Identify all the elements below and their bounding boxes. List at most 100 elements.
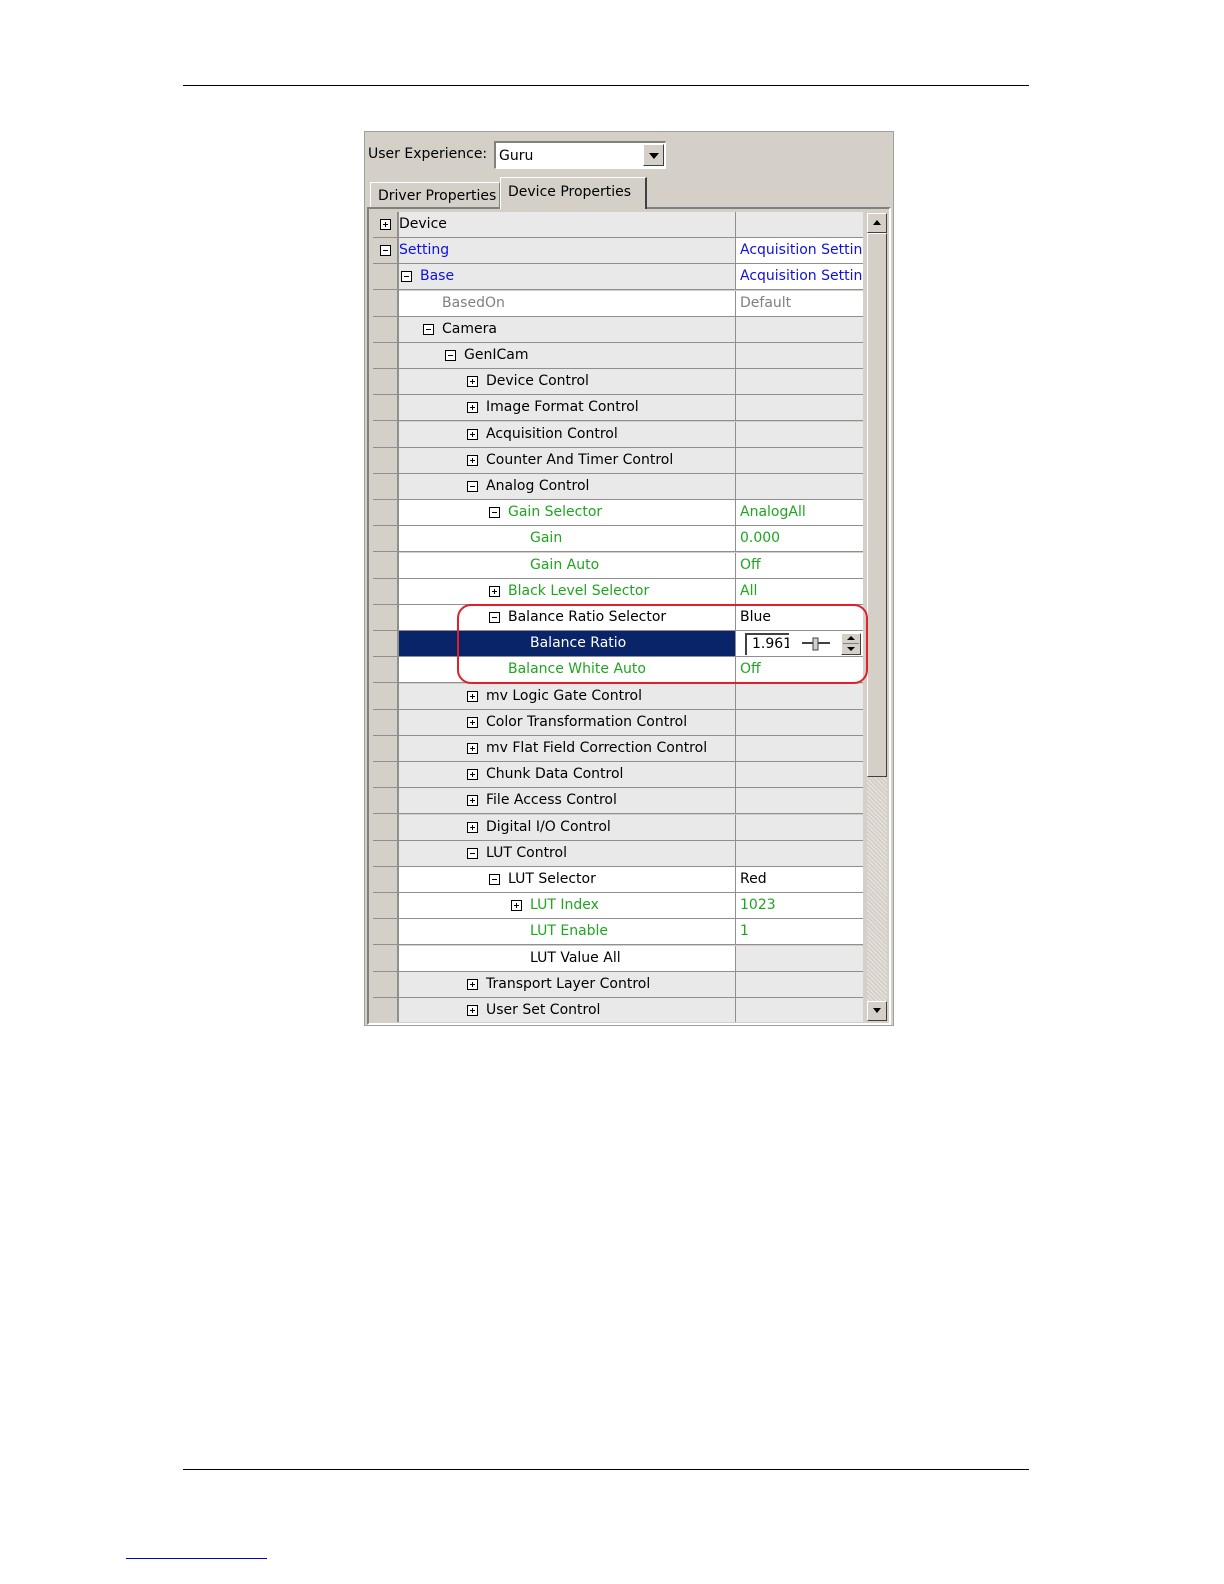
minus-box-icon[interactable]	[489, 874, 500, 885]
tree-row[interactable]: Balance Ratio Selector Blue	[373, 605, 863, 631]
property-name: Color Transformation Control	[486, 714, 688, 730]
property-name: Gain Selector	[508, 504, 603, 520]
property-value[interactable]: Acquisition Setting	[740, 268, 862, 284]
scroll-down-icon[interactable]	[867, 1001, 887, 1021]
tree-row[interactable]: Balance White Auto Off	[373, 657, 863, 683]
tree-row[interactable]: Device Control	[373, 369, 863, 395]
plus-box-icon[interactable]	[467, 979, 478, 990]
scrollbar-thumb[interactable]	[867, 233, 887, 777]
user-experience-label: User Experience:	[368, 146, 488, 162]
property-name: LUT Selector	[508, 871, 596, 887]
plus-box-icon[interactable]	[511, 900, 522, 911]
plus-box-icon[interactable]	[380, 219, 391, 230]
column-divider	[735, 631, 736, 657]
property-value[interactable]: Off	[740, 661, 862, 677]
tree-row[interactable]: BasedOn Default	[373, 291, 863, 317]
plus-box-icon[interactable]	[467, 717, 478, 728]
user-experience-select[interactable]: Guru	[494, 141, 666, 169]
tree-row-selected[interactable]: Balance Ratio 1.961	[373, 631, 863, 657]
plus-box-icon[interactable]	[467, 691, 478, 702]
plus-box-icon[interactable]	[467, 743, 478, 754]
tree-row[interactable]: Black Level Selector All	[373, 579, 863, 605]
tree-row[interactable]: Image Format Control	[373, 395, 863, 421]
tree-row[interactable]: Acquisition Control	[373, 422, 863, 448]
plus-box-icon[interactable]	[489, 586, 500, 597]
row-value-cell	[736, 946, 863, 972]
tree-row[interactable]: Analog Control	[373, 474, 863, 500]
row-value-cell	[736, 395, 863, 421]
slider-icon[interactable]	[801, 637, 831, 651]
plus-box-icon[interactable]	[467, 795, 478, 806]
tree-row[interactable]: mv Logic Gate Control	[373, 684, 863, 710]
tree-row[interactable]: Digital I/O Control	[373, 815, 863, 841]
plus-box-icon[interactable]	[467, 402, 478, 413]
plus-box-icon[interactable]	[467, 376, 478, 387]
plus-box-icon[interactable]	[467, 822, 478, 833]
tree-row[interactable]: Color Transformation Control	[373, 710, 863, 736]
minus-box-icon[interactable]	[489, 507, 500, 518]
tab-device-properties[interactable]: Device Properties	[500, 177, 647, 209]
property-tree: Device Setting Acquisition Setting Base Acqu…	[373, 212, 863, 1022]
plus-box-icon[interactable]	[467, 455, 478, 466]
property-name: Balance Ratio Selector	[508, 609, 667, 625]
tree-row[interactable]: LUT Index 1023	[373, 893, 863, 919]
property-name: Chunk Data Control	[486, 766, 624, 782]
minus-box-icon[interactable]	[401, 271, 412, 282]
plus-box-icon[interactable]	[467, 1005, 478, 1016]
tree-row[interactable]: Gain 0.000	[373, 526, 863, 552]
property-value[interactable]: Acquisition Setting	[740, 242, 862, 258]
property-name: LUT Value All	[530, 950, 621, 966]
tree-row[interactable]: Counter And Timer Control	[373, 448, 863, 474]
property-name: Acquisition Control	[486, 426, 618, 442]
spin-buttons[interactable]	[841, 633, 861, 655]
tree-row[interactable]: GenICam	[373, 343, 863, 369]
dropdown-arrow-icon[interactable]	[643, 144, 664, 166]
tree-row[interactable]: Gain Selector AnalogAll	[373, 500, 863, 526]
property-value[interactable]: AnalogAll	[740, 504, 862, 520]
tree-row[interactable]: File Access Control	[373, 788, 863, 814]
row-divider	[373, 289, 863, 290]
vertical-scrollbar[interactable]	[867, 213, 887, 1021]
row-value-cell	[736, 317, 863, 343]
tree-row[interactable]: Base Acquisition Setting	[373, 264, 863, 290]
scroll-up-icon[interactable]	[867, 213, 887, 233]
balance-ratio-input[interactable]: 1.961	[745, 633, 789, 655]
tree-row[interactable]: Gain Auto Off	[373, 553, 863, 579]
minus-box-icon[interactable]	[489, 612, 500, 623]
minus-box-icon[interactable]	[423, 324, 434, 335]
tree-row[interactable]: LUT Enable 1	[373, 919, 863, 945]
tree-row[interactable]: LUT Value All	[373, 946, 863, 972]
row-value-cell	[736, 788, 863, 814]
property-name: Gain Auto	[530, 557, 600, 573]
property-name: File Access Control	[486, 792, 617, 808]
spin-down-icon[interactable]	[847, 647, 855, 651]
property-value[interactable]: 1	[740, 923, 862, 939]
tree-row[interactable]: mv Flat Field Correction Control	[373, 736, 863, 762]
property-value[interactable]: Red	[740, 871, 862, 887]
minus-box-icon[interactable]	[445, 350, 456, 361]
tree-row[interactable]: Transport Layer Control	[373, 972, 863, 998]
plus-box-icon[interactable]	[467, 429, 478, 440]
tree-row[interactable]: Chunk Data Control	[373, 762, 863, 788]
property-value[interactable]: Blue	[740, 609, 862, 625]
property-value[interactable]: Off	[740, 557, 862, 573]
tree-row[interactable]: LUT Selector Red	[373, 867, 863, 893]
property-name: LUT Index	[530, 897, 599, 913]
spin-up-icon[interactable]	[847, 636, 855, 640]
column-divider	[735, 579, 736, 605]
property-name: Counter And Timer Control	[486, 452, 674, 468]
tree-row[interactable]: User Set Control	[373, 998, 863, 1022]
property-value[interactable]: 1023	[740, 897, 862, 913]
tree-row[interactable]: Camera	[373, 317, 863, 343]
tab-driver-properties[interactable]: Driver Properties	[370, 182, 500, 208]
plus-box-icon[interactable]	[467, 769, 478, 780]
tree-row[interactable]: LUT Control	[373, 841, 863, 867]
minus-box-icon[interactable]	[467, 848, 478, 859]
minus-box-icon[interactable]	[467, 481, 478, 492]
property-value[interactable]: All	[740, 583, 862, 599]
tree-row[interactable]: Device	[373, 212, 863, 238]
tree-row[interactable]: Setting Acquisition Setting	[373, 238, 863, 264]
minus-box-icon[interactable]	[380, 245, 391, 256]
property-value[interactable]: 0.000	[740, 530, 862, 546]
property-value[interactable]: Default	[740, 295, 862, 311]
